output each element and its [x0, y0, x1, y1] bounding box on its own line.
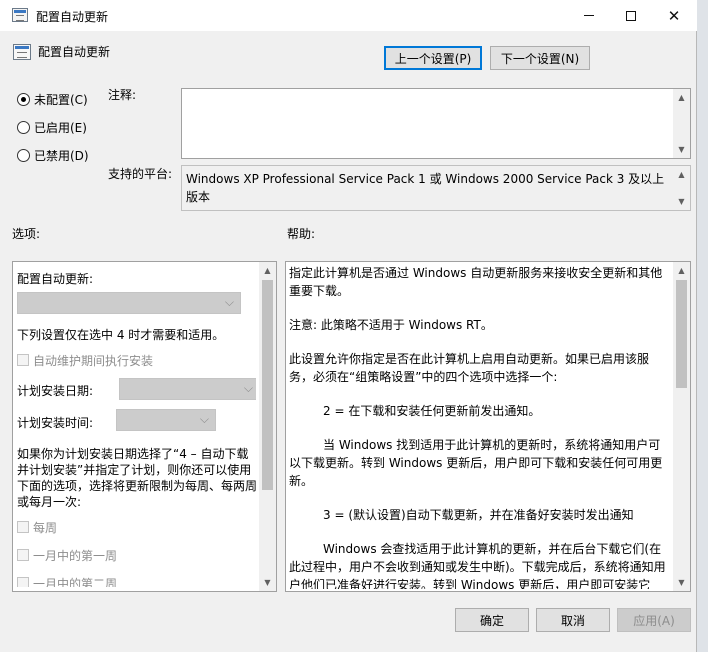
supported-platform-value: Windows XP Professional Service Pack 1 或… — [186, 172, 665, 204]
scroll-up-icon[interactable]: ▲ — [673, 89, 690, 106]
options-label: 选项: — [12, 227, 41, 241]
maximize-button[interactable] — [609, 0, 653, 31]
options-panel: 配置自动更新: ⌵ 下列设置仅在选中 4 时才需要和适用。 自动维护期间执行安装… — [12, 261, 277, 592]
chevron-down-icon: ⌵ — [199, 412, 209, 426]
first-week-checkbox[interactable] — [17, 549, 29, 561]
radio-enabled[interactable]: 已启用(E) — [17, 119, 87, 136]
help-paragraph: 2 = 在下载和安装任何更新前发出通知。 — [323, 404, 541, 418]
background-window-edge — [697, 0, 708, 652]
scroll-down-icon[interactable]: ▼ — [673, 141, 690, 158]
comment-label: 注释: — [108, 88, 137, 102]
scroll-up-icon[interactable]: ▲ — [673, 166, 690, 183]
radio-label: 未配置(C) — [34, 93, 88, 107]
close-icon: ✕ — [667, 6, 681, 25]
scroll-down-icon[interactable]: ▼ — [673, 193, 690, 210]
platform-scrollbar[interactable]: ▲ ▼ — [673, 166, 690, 210]
schedule-day-dropdown[interactable]: ⌵ — [119, 378, 256, 400]
options-paragraph-line: 下面的选项，选择将更新限制为每周、每两周 — [17, 479, 256, 493]
supported-platform-label: 支持的平台: — [108, 167, 173, 181]
help-scrollbar[interactable]: ▲ ▼ — [673, 262, 690, 591]
help-paragraph: 3 = (默认设置)自动下载更新，并在准备好安装时发出通知 — [323, 508, 634, 522]
minimize-button[interactable] — [567, 0, 611, 31]
first-week-label: 一月中的第一周 — [33, 549, 118, 563]
chevron-down-icon: ⌵ — [224, 295, 234, 309]
configure-auto-updates-dialog: 配置自动更新 ✕ 配置自动更新 上一个设置(P) 下一个设置(N) 未配置(C)… — [0, 0, 697, 652]
comment-textarea[interactable]: ▲ ▼ — [181, 88, 691, 159]
comment-scrollbar[interactable]: ▲ ▼ — [673, 89, 690, 158]
radio-indicator[interactable] — [17, 121, 30, 134]
help-paragraph: Windows 会查找适用于此计算机的更新，并在后台下载它们(在此过程中，用户不… — [289, 542, 666, 589]
title-bar[interactable]: 配置自动更新 ✕ — [0, 0, 697, 31]
second-week-checkbox[interactable] — [17, 577, 29, 587]
supported-platform-box: Windows XP Professional Service Pack 1 或… — [181, 165, 691, 211]
scroll-down-icon[interactable]: ▼ — [259, 574, 276, 591]
maintenance-install-label: 自动维护期间执行安装 — [33, 354, 154, 368]
close-button[interactable]: ✕ — [652, 0, 696, 31]
ok-button[interactable]: 确定 — [455, 608, 529, 632]
maintenance-install-checkbox[interactable] — [17, 354, 29, 366]
scroll-thumb[interactable] — [262, 280, 273, 490]
help-panel: 指定此计算机是否通过 Windows 自动更新服务来接收安全更新和其他重要下载。… — [285, 261, 691, 592]
options-paragraph-line: 如果你为计划安装日期选择了“4 – 自动下载 — [17, 447, 249, 461]
schedule-time-dropdown[interactable]: ⌵ — [116, 409, 216, 431]
options-note: 下列设置仅在选中 4 时才需要和适用。 — [17, 328, 225, 342]
scroll-down-icon[interactable]: ▼ — [673, 574, 690, 591]
apply-button[interactable]: 应用(A) — [617, 608, 691, 632]
policy-name: 配置自动更新 — [38, 45, 111, 59]
options-paragraph-line: 或每月一次: — [17, 495, 82, 509]
radio-indicator[interactable] — [17, 93, 30, 106]
policy-header-icon — [13, 44, 31, 60]
scroll-up-icon[interactable]: ▲ — [673, 262, 690, 279]
schedule-day-label: 计划安装日期: — [17, 384, 94, 398]
radio-not-configured[interactable]: 未配置(C) — [17, 91, 88, 108]
options-scrollbar[interactable]: ▲ ▼ — [259, 262, 276, 591]
window-title: 配置自动更新 — [36, 10, 109, 24]
minimize-icon — [584, 15, 594, 16]
weekly-label: 每周 — [33, 521, 58, 535]
help-paragraph: 当 Windows 找到适用于此计算机的更新时，系统将通知用户可以下载更新。转到… — [289, 438, 663, 488]
previous-setting-button[interactable]: 上一个设置(P) — [384, 46, 482, 70]
next-setting-button[interactable]: 下一个设置(N) — [490, 46, 590, 70]
help-paragraph: 指定此计算机是否通过 Windows 自动更新服务来接收安全更新和其他重要下载。 — [289, 266, 663, 298]
second-week-label: 一月中的第二周 — [33, 577, 118, 587]
radio-disabled[interactable]: 已禁用(D) — [17, 147, 89, 164]
scroll-up-icon[interactable]: ▲ — [259, 262, 276, 279]
help-label: 帮助: — [287, 227, 316, 241]
cancel-button[interactable]: 取消 — [536, 608, 610, 632]
radio-label: 已启用(E) — [34, 121, 87, 135]
configure-auto-updates-label: 配置自动更新: — [17, 272, 94, 286]
policy-settings-icon — [12, 8, 28, 22]
radio-label: 已禁用(D) — [34, 149, 89, 163]
radio-indicator[interactable] — [17, 149, 30, 162]
weekly-checkbox[interactable] — [17, 521, 29, 533]
maximize-icon — [626, 10, 636, 21]
chevron-down-icon: ⌵ — [243, 381, 253, 395]
help-paragraph: 注意: 此策略不适用于 Windows RT。 — [289, 318, 493, 332]
configure-auto-updates-dropdown[interactable]: ⌵ — [17, 292, 241, 314]
scroll-thumb[interactable] — [676, 280, 687, 388]
options-paragraph-line: 并计划安装”并指定了计划，则你还可以使用 — [17, 463, 252, 477]
schedule-time-label: 计划安装时间: — [17, 416, 94, 430]
help-paragraph: 此设置允许你指定是否在此计算机上启用自动更新。如果已启用该服务，必须在“组策略设… — [289, 352, 650, 384]
